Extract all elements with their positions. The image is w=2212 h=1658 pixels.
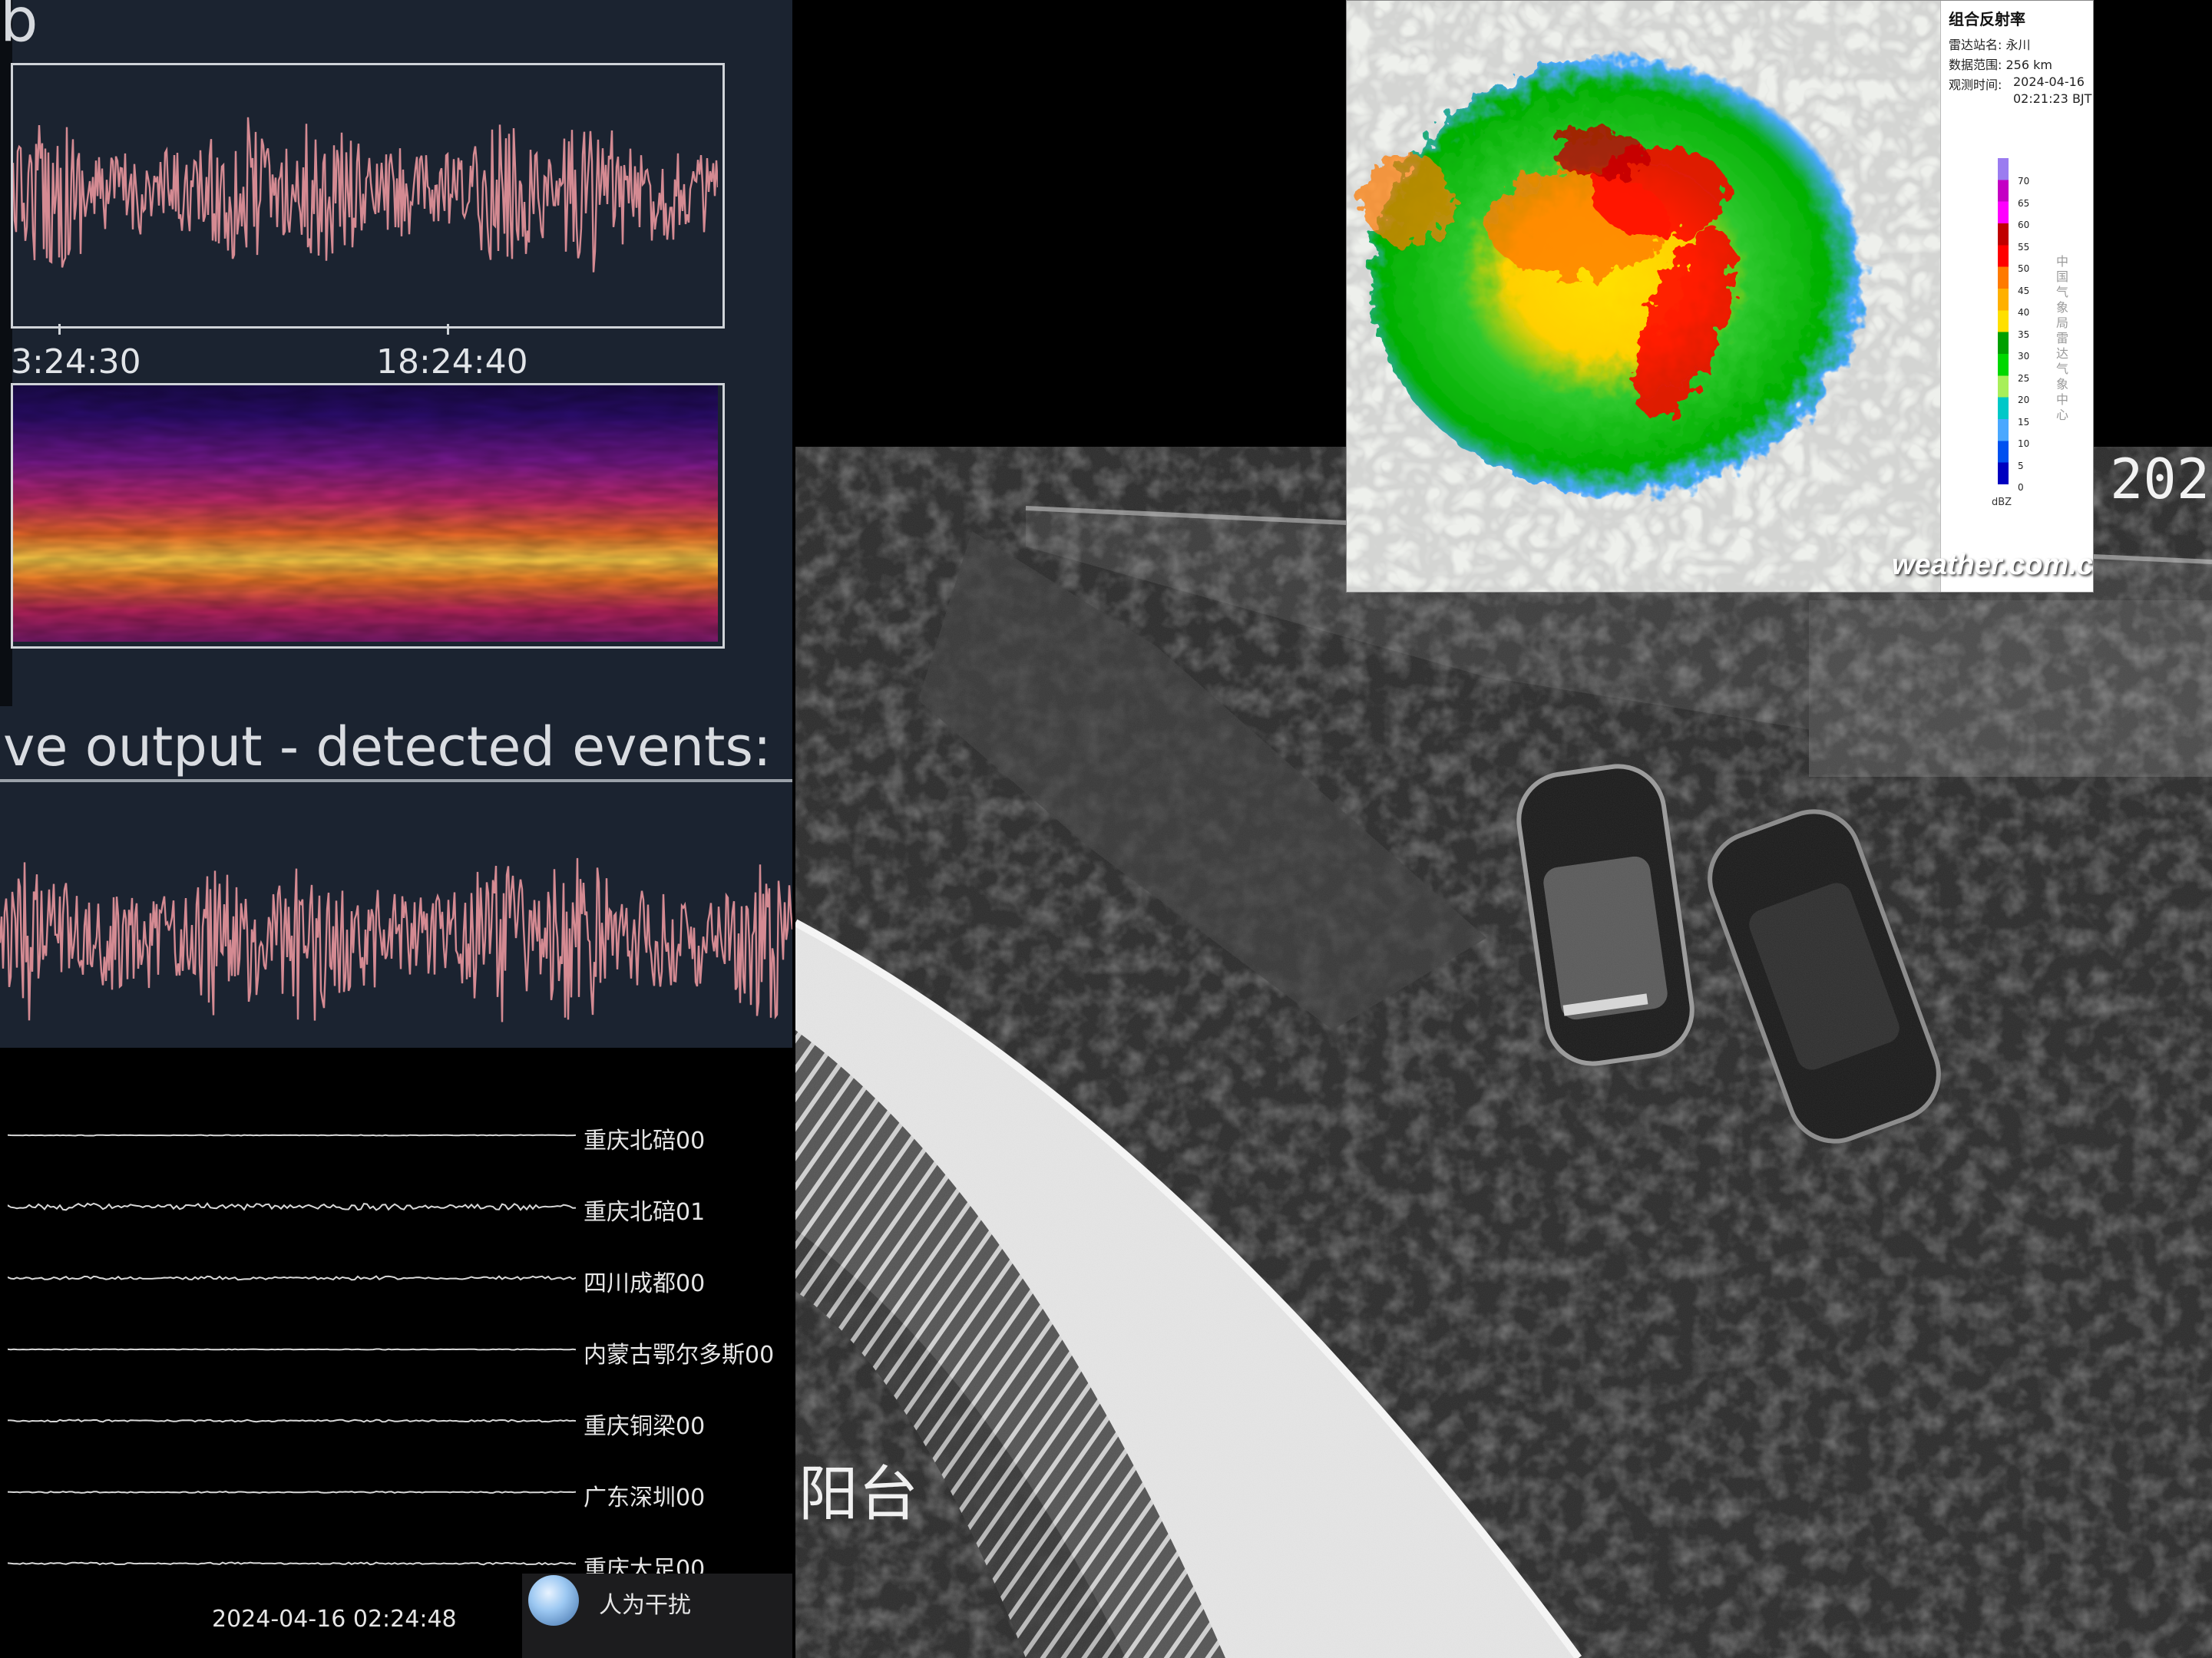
dbz-tick-label: 55 xyxy=(2018,241,2030,253)
station-row: 重庆北碚01 xyxy=(0,1188,795,1234)
radar-time-label: 观测时间: xyxy=(1949,78,2002,92)
station-row: 重庆北碚00 xyxy=(0,1117,795,1163)
station-trace xyxy=(8,1348,576,1351)
dbz-tick-label: 50 xyxy=(2018,263,2030,274)
detected-events-title: ve output - detected events: xyxy=(3,715,772,778)
radar-date: 2024-04-16 xyxy=(2013,74,2085,89)
dbz-tick-label: 35 xyxy=(2018,329,2030,340)
waveform-trace-bottom xyxy=(0,857,792,1022)
radar-watermark: weather.com.cn xyxy=(1892,549,2094,581)
waveform-trace-top xyxy=(13,117,719,272)
station-row: 重庆铜梁00 xyxy=(0,1402,795,1448)
dbz-tick-label: 70 xyxy=(2018,176,2030,187)
dbz-color-scale xyxy=(1998,158,2009,484)
dbz-unit: dBZ xyxy=(1992,497,2012,508)
station-label: 内蒙古鄂尔多斯00 xyxy=(584,1342,775,1369)
station-label: 重庆北碚01 xyxy=(584,1199,706,1226)
station-trace xyxy=(8,1275,576,1281)
station-trace xyxy=(8,1134,576,1137)
dbz-tick-label: 45 xyxy=(2018,285,2030,296)
station-label: 重庆北碚00 xyxy=(584,1128,706,1154)
dbz-tick-label: 65 xyxy=(2018,197,2030,209)
dbz-tick-label: 10 xyxy=(2018,438,2030,449)
seismic-panel: b 3:24:30 18:24:40 ve output - detected … xyxy=(0,0,792,1048)
radar-echo-map xyxy=(1347,1,1940,592)
time-tick-mark xyxy=(447,324,449,335)
dbz-tick-label: 60 xyxy=(2018,220,2030,230)
radar-credit-vertical: 中国气象局雷达气象中心 xyxy=(2056,254,2069,422)
radar-station-line: 雷达站名: 永川 xyxy=(1949,38,2031,52)
radar-legend-panel: 组合反射率 雷达站名: 永川 数据范围: 256 km 观测时间: 2024-0… xyxy=(1940,1,2093,592)
station-label: 重庆铜梁00 xyxy=(584,1413,706,1440)
station-row: 广东深圳00 xyxy=(0,1474,795,1520)
camera-year-overlay: 2024 xyxy=(2110,447,2212,511)
interference-badge: 人为干扰 xyxy=(522,1574,792,1658)
corner-glyph: b xyxy=(0,0,38,55)
radar-echo-image xyxy=(1347,1,1940,592)
dbz-tick-label: 15 xyxy=(2018,416,2030,428)
radar-time: 02:21:23 BJT xyxy=(2013,91,2092,106)
spectrogram-plot xyxy=(11,383,725,649)
radar-reflectivity-map: 组合反射率 雷达站名: 永川 数据范围: 256 km 观测时间: 2024-0… xyxy=(1346,0,2094,593)
station-trace xyxy=(8,1419,576,1423)
time-tick-label-2: 18:24:40 xyxy=(376,342,528,381)
station-trace-list: 重庆北碚00 重庆北碚01 四川成都00 内蒙古鄂尔多斯00 重庆铜梁00 广东深圳00 重… xyxy=(0,1048,795,1658)
interference-label: 人为干扰 xyxy=(599,1592,691,1619)
camera-scene xyxy=(795,447,2212,1658)
radar-title: 组合反射率 xyxy=(1949,10,2025,28)
time-tick-mark xyxy=(58,324,61,335)
dbz-tick-label: 5 xyxy=(2018,460,2024,471)
dbz-tick-label: 40 xyxy=(2018,307,2030,318)
station-trace xyxy=(8,1490,576,1494)
dbz-tick-label: 25 xyxy=(2018,372,2030,384)
dbz-tick-label: 30 xyxy=(2018,351,2030,362)
radar-range-line: 数据范围: 256 km xyxy=(1949,58,2052,72)
station-trace xyxy=(8,1561,576,1566)
event-timestamp: 2024-04-16 02:24:48 xyxy=(212,1606,457,1633)
spectrogram-image xyxy=(13,385,718,642)
station-label: 广东深圳00 xyxy=(584,1485,706,1511)
station-row: 内蒙古鄂尔多斯00 xyxy=(0,1331,795,1377)
station-row: 四川成都00 xyxy=(0,1260,795,1306)
camera-location-caption: 阳台 xyxy=(799,1460,919,1529)
dbz-tick-label: 20 xyxy=(2018,395,2030,405)
station-label: 四川成都00 xyxy=(584,1270,706,1297)
dbz-tick-label: 0 xyxy=(2018,482,2024,493)
security-camera-feed: 2024 阳台 xyxy=(795,447,2212,1658)
station-trace xyxy=(8,1202,576,1211)
time-tick-label-1: 3:24:30 xyxy=(11,342,141,381)
waveform-plot-top xyxy=(11,63,725,329)
waveform-plot-bottom xyxy=(0,829,792,1048)
title-divider xyxy=(0,779,792,782)
avatar-icon xyxy=(528,1575,579,1626)
